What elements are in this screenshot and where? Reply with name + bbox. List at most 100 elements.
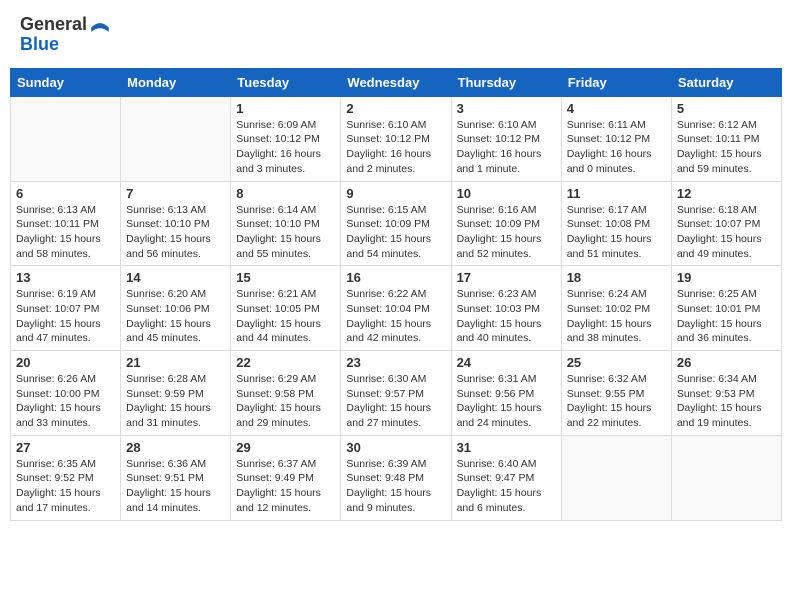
calendar-cell: 12Sunrise: 6:18 AM Sunset: 10:07 PM Dayl… bbox=[671, 181, 781, 266]
calendar-cell: 4 Sunrise: 6:11 AM Sunset: 10:12 PM Dayli… bbox=[561, 96, 671, 181]
day-info: Sunrise: 6:37 AM Sunset: 9:49 PM Dayligh… bbox=[236, 457, 335, 516]
calendar-header-cell: Tuesday bbox=[231, 68, 341, 96]
calendar-cell: 19Sunrise: 6:25 AM Sunset: 10:01 PM Dayl… bbox=[671, 266, 781, 351]
day-info: Sunrise: 6:34 AM Sunset: 9:53 PM Dayligh… bbox=[677, 372, 776, 431]
calendar-cell: 3 Sunrise: 6:10 AM Sunset: 10:12 PM Dayli… bbox=[451, 96, 561, 181]
calendar-cell: 2 Sunrise: 6:10 AM Sunset: 10:12 PM Dayli… bbox=[341, 96, 451, 181]
calendar-cell: 8 Sunrise: 6:14 AM Sunset: 10:10 PM Dayli… bbox=[231, 181, 341, 266]
day-info: Sunrise: 6:10 AM Sunset: 10:12 PM Daylig… bbox=[346, 118, 445, 177]
day-number: 30 bbox=[346, 440, 445, 455]
calendar-cell: 20 Sunrise: 6:26 AM Sunset: 10:00 PM Dayl… bbox=[11, 351, 121, 436]
day-info: Sunrise: 6:21 AM Sunset: 10:05 PM Daylig… bbox=[236, 287, 335, 346]
day-number: 5 bbox=[677, 101, 776, 116]
calendar-cell: 15 Sunrise: 6:21 AM Sunset: 10:05 PM Dayl… bbox=[231, 266, 341, 351]
day-info: Sunrise: 6:29 AM Sunset: 9:58 PM Dayligh… bbox=[236, 372, 335, 431]
day-number: 31 bbox=[457, 440, 556, 455]
calendar-week-row: 13 Sunrise: 6:19 AM Sunset: 10:07 PM Dayl… bbox=[11, 266, 782, 351]
calendar-cell: 7 Sunrise: 6:13 AM Sunset: 10:10 PM Dayli… bbox=[121, 181, 231, 266]
day-number: 12 bbox=[677, 186, 776, 201]
day-number: 3 bbox=[457, 101, 556, 116]
day-info: Sunrise: 6:19 AM Sunset: 10:07 PM Daylig… bbox=[16, 287, 115, 346]
calendar-cell: 16 Sunrise: 6:22 AM Sunset: 10:04 PM Dayl… bbox=[341, 266, 451, 351]
day-number: 17 bbox=[457, 270, 556, 285]
calendar-cell: 26 Sunrise: 6:34 AM Sunset: 9:53 PM Dayli… bbox=[671, 351, 781, 436]
day-info: Sunrise: 6:35 AM Sunset: 9:52 PM Dayligh… bbox=[16, 457, 115, 516]
calendar: SundayMondayTuesdayWednesdayThursdayFrid… bbox=[10, 68, 782, 521]
day-info: Sunrise: 6:23 AM Sunset: 10:03 PM Daylig… bbox=[457, 287, 556, 346]
day-info: Sunrise: 6:28 AM Sunset: 9:59 PM Dayligh… bbox=[126, 372, 225, 431]
day-number: 29 bbox=[236, 440, 335, 455]
day-number: 21 bbox=[126, 355, 225, 370]
day-number: 4 bbox=[567, 101, 666, 116]
day-number: 10 bbox=[457, 186, 556, 201]
calendar-cell: 31 Sunrise: 6:40 AM Sunset: 9:47 PM Dayli… bbox=[451, 435, 561, 520]
day-number: 11 bbox=[567, 186, 666, 201]
day-number: 13 bbox=[16, 270, 115, 285]
calendar-cell: 14 Sunrise: 6:20 AM Sunset: 10:06 PM Dayl… bbox=[121, 266, 231, 351]
day-info: Sunrise: 6:31 AM Sunset: 9:56 PM Dayligh… bbox=[457, 372, 556, 431]
calendar-week-row: 6 Sunrise: 6:13 AM Sunset: 10:11 PM Dayli… bbox=[11, 181, 782, 266]
day-number: 8 bbox=[236, 186, 335, 201]
calendar-cell: 18 Sunrise: 6:24 AM Sunset: 10:02 PM Dayl… bbox=[561, 266, 671, 351]
day-info: Sunrise: 6:22 AM Sunset: 10:04 PM Daylig… bbox=[346, 287, 445, 346]
day-info: Sunrise: 6:13 AM Sunset: 10:10 PM Daylig… bbox=[126, 203, 225, 262]
calendar-header-cell: Monday bbox=[121, 68, 231, 96]
calendar-cell: 6 Sunrise: 6:13 AM Sunset: 10:11 PM Dayli… bbox=[11, 181, 121, 266]
calendar-week-row: 20 Sunrise: 6:26 AM Sunset: 10:00 PM Dayl… bbox=[11, 351, 782, 436]
calendar-cell: 22 Sunrise: 6:29 AM Sunset: 9:58 PM Dayli… bbox=[231, 351, 341, 436]
day-info: Sunrise: 6:20 AM Sunset: 10:06 PM Daylig… bbox=[126, 287, 225, 346]
calendar-header-cell: Sunday bbox=[11, 68, 121, 96]
calendar-cell bbox=[121, 96, 231, 181]
day-number: 1 bbox=[236, 101, 335, 116]
day-info: Sunrise: 6:16 AM Sunset: 10:09 PM Daylig… bbox=[457, 203, 556, 262]
calendar-cell: 29 Sunrise: 6:37 AM Sunset: 9:49 PM Dayli… bbox=[231, 435, 341, 520]
day-info: Sunrise: 6:11 AM Sunset: 10:12 PM Daylig… bbox=[567, 118, 666, 177]
calendar-cell: 1Sunrise: 6:09 AM Sunset: 10:12 PM Dayli… bbox=[231, 96, 341, 181]
calendar-header-cell: Thursday bbox=[451, 68, 561, 96]
day-info: Sunrise: 6:30 AM Sunset: 9:57 PM Dayligh… bbox=[346, 372, 445, 431]
calendar-cell: 27Sunrise: 6:35 AM Sunset: 9:52 PM Dayli… bbox=[11, 435, 121, 520]
day-info: Sunrise: 6:13 AM Sunset: 10:11 PM Daylig… bbox=[16, 203, 115, 262]
calendar-cell: 21 Sunrise: 6:28 AM Sunset: 9:59 PM Dayli… bbox=[121, 351, 231, 436]
calendar-header-cell: Saturday bbox=[671, 68, 781, 96]
day-number: 14 bbox=[126, 270, 225, 285]
calendar-cell: 9Sunrise: 6:15 AM Sunset: 10:09 PM Dayli… bbox=[341, 181, 451, 266]
day-info: Sunrise: 6:14 AM Sunset: 10:10 PM Daylig… bbox=[236, 203, 335, 262]
calendar-cell: 28Sunrise: 6:36 AM Sunset: 9:51 PM Dayli… bbox=[121, 435, 231, 520]
calendar-week-row: 1Sunrise: 6:09 AM Sunset: 10:12 PM Dayli… bbox=[11, 96, 782, 181]
day-number: 15 bbox=[236, 270, 335, 285]
day-info: Sunrise: 6:36 AM Sunset: 9:51 PM Dayligh… bbox=[126, 457, 225, 516]
day-number: 9 bbox=[346, 186, 445, 201]
calendar-cell: 5 Sunrise: 6:12 AM Sunset: 10:11 PM Dayli… bbox=[671, 96, 781, 181]
day-number: 7 bbox=[126, 186, 225, 201]
header: General Blue bbox=[10, 10, 782, 60]
calendar-cell bbox=[11, 96, 121, 181]
day-number: 19 bbox=[677, 270, 776, 285]
calendar-cell: 25Sunrise: 6:32 AM Sunset: 9:55 PM Dayli… bbox=[561, 351, 671, 436]
day-info: Sunrise: 6:17 AM Sunset: 10:08 PM Daylig… bbox=[567, 203, 666, 262]
calendar-cell: 30 Sunrise: 6:39 AM Sunset: 9:48 PM Dayli… bbox=[341, 435, 451, 520]
calendar-cell bbox=[561, 435, 671, 520]
day-info: Sunrise: 6:26 AM Sunset: 10:00 PM Daylig… bbox=[16, 372, 115, 431]
day-number: 23 bbox=[346, 355, 445, 370]
day-info: Sunrise: 6:12 AM Sunset: 10:11 PM Daylig… bbox=[677, 118, 776, 177]
day-number: 26 bbox=[677, 355, 776, 370]
day-number: 16 bbox=[346, 270, 445, 285]
day-number: 6 bbox=[16, 186, 115, 201]
calendar-header-cell: Wednesday bbox=[341, 68, 451, 96]
day-number: 22 bbox=[236, 355, 335, 370]
calendar-cell: 24Sunrise: 6:31 AM Sunset: 9:56 PM Dayli… bbox=[451, 351, 561, 436]
day-number: 25 bbox=[567, 355, 666, 370]
day-number: 2 bbox=[346, 101, 445, 116]
day-info: Sunrise: 6:40 AM Sunset: 9:47 PM Dayligh… bbox=[457, 457, 556, 516]
day-info: Sunrise: 6:39 AM Sunset: 9:48 PM Dayligh… bbox=[346, 457, 445, 516]
logo-general: General bbox=[20, 15, 87, 35]
logo-icon bbox=[89, 17, 111, 35]
logo-blue: Blue bbox=[20, 35, 111, 55]
day-info: Sunrise: 6:10 AM Sunset: 10:12 PM Daylig… bbox=[457, 118, 556, 177]
day-number: 18 bbox=[567, 270, 666, 285]
calendar-header-row: SundayMondayTuesdayWednesdayThursdayFrid… bbox=[11, 68, 782, 96]
day-info: Sunrise: 6:24 AM Sunset: 10:02 PM Daylig… bbox=[567, 287, 666, 346]
day-number: 20 bbox=[16, 355, 115, 370]
calendar-body: 1Sunrise: 6:09 AM Sunset: 10:12 PM Dayli… bbox=[11, 96, 782, 520]
